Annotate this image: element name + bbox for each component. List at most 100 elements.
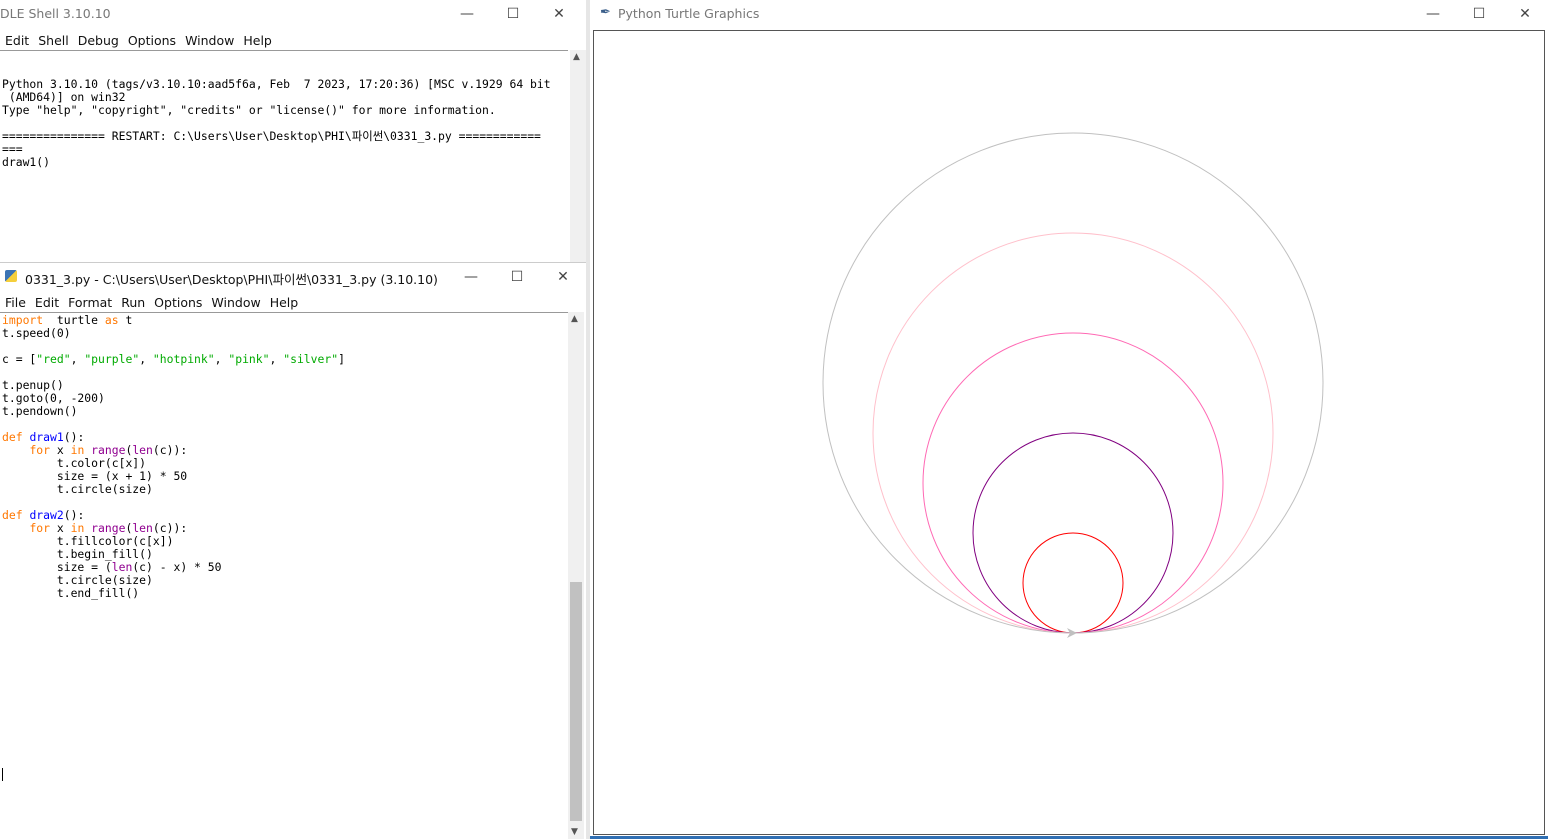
code-token: range xyxy=(91,443,126,457)
turtle-window: ✒ Python Turtle Graphics — ☐ ✕ xyxy=(590,0,1548,839)
code-token: def xyxy=(2,430,23,444)
shell-titlebar[interactable]: DLE Shell 3.10.10 — ☐ ✕ xyxy=(0,0,586,28)
code-token: x xyxy=(50,521,71,535)
maximize-button[interactable]: ☐ xyxy=(494,263,540,291)
code-token: t xyxy=(118,313,133,327)
code-token: "purple" xyxy=(84,352,140,366)
close-button[interactable]: ✕ xyxy=(540,263,586,291)
code-token: len xyxy=(132,521,153,535)
menu-file[interactable]: File xyxy=(0,292,30,310)
scroll-down-icon[interactable]: ▼ xyxy=(571,827,578,837)
code-line: t.speed(0) xyxy=(2,327,345,340)
code-token: , xyxy=(139,352,153,366)
code-token: (c)): xyxy=(152,443,188,457)
maximize-button[interactable]: ☐ xyxy=(1456,0,1502,28)
code-line: t.end_fill() xyxy=(2,587,345,600)
menu-format[interactable]: Format xyxy=(63,292,116,310)
code-token: (): xyxy=(63,430,85,444)
editor-scrollbar[interactable]: ▲ ▼ xyxy=(568,312,584,839)
editor-titlebar[interactable]: 0331_3.py - C:\Users\User\Desktop\PHI\파이… xyxy=(0,263,586,291)
code-token: , xyxy=(269,352,284,366)
code-token: as xyxy=(104,313,119,327)
code-token: t.pendown() xyxy=(2,404,78,418)
code-token: "pink" xyxy=(228,352,270,366)
menu-edit[interactable]: Edit xyxy=(0,30,33,48)
code-token: range xyxy=(91,521,126,535)
editor-menubar: File Edit Format Run Options Window Help xyxy=(0,292,586,314)
code-token: t.end_fill() xyxy=(2,586,140,600)
menu-window[interactable]: Window xyxy=(180,30,238,48)
minimize-button[interactable]: — xyxy=(1410,0,1456,28)
turtle-circle xyxy=(1022,532,1124,634)
code-token: for xyxy=(29,443,51,457)
code-token: t.speed(0) xyxy=(2,326,71,340)
code-token: "red" xyxy=(36,352,71,366)
turtle-titlebar[interactable]: ✒ Python Turtle Graphics — ☐ ✕ xyxy=(590,0,1548,28)
turtle-canvas[interactable] xyxy=(594,31,1544,834)
code-token: (c) - x) * 50 xyxy=(132,560,222,574)
code-line: t.pendown() xyxy=(2,405,345,418)
menu-help[interactable]: Help xyxy=(265,292,303,310)
maximize-button[interactable]: ☐ xyxy=(490,0,536,28)
code-token: len xyxy=(111,560,133,574)
close-button[interactable]: ✕ xyxy=(536,0,582,28)
minimize-button[interactable]: — xyxy=(444,0,490,28)
menu-run[interactable]: Run xyxy=(116,292,149,310)
turtle-canvas-frame xyxy=(593,30,1545,835)
code-token: (c)): xyxy=(152,521,188,535)
code-token: in xyxy=(70,443,85,457)
minimize-button[interactable]: — xyxy=(448,263,494,291)
code-token: t.color(c[x]) xyxy=(2,456,147,470)
menu-edit[interactable]: Edit xyxy=(30,292,63,310)
code-token: x xyxy=(50,443,71,457)
menu-help[interactable]: Help xyxy=(238,30,276,48)
code-line: t.circle(size) xyxy=(2,483,345,496)
shell-line: draw1() xyxy=(2,155,51,169)
turtle-circle xyxy=(922,332,1224,634)
shell-line: Type "help", "copyright", "credits" or "… xyxy=(2,103,496,117)
code-editor[interactable]: import turtle as t t.speed(0) c = ["red", … xyxy=(2,314,345,600)
menu-shell[interactable]: Shell xyxy=(33,30,73,48)
shell-output[interactable]: Python 3.10.10 (tags/v3.10.10:aad5f6a, F… xyxy=(2,52,551,195)
code-token: c = [ xyxy=(2,352,37,366)
shell-window: DLE Shell 3.10.10 — ☐ ✕ Edit Shell Debug Op… xyxy=(0,0,586,262)
code-token: ] xyxy=(338,352,345,366)
code-token: import xyxy=(2,313,44,327)
shell-line: =============== RESTART: C:\Users\User\D… xyxy=(2,129,541,143)
menu-options[interactable]: Options xyxy=(149,292,206,310)
code-token: for xyxy=(29,521,51,535)
code-token: draw1 xyxy=(29,430,64,444)
scroll-thumb[interactable] xyxy=(570,582,582,821)
code-line: c = ["red", "purple", "hotpink", "pink",… xyxy=(2,353,345,366)
code-token: size = ( xyxy=(2,560,112,574)
code-token: "silver" xyxy=(283,352,339,366)
scroll-up-icon[interactable]: ▲ xyxy=(571,314,578,324)
shell-line: === xyxy=(2,142,23,156)
code-token: size = (x + 1) * 50 xyxy=(2,469,188,483)
shell-menubar: Edit Shell Debug Options Window Help xyxy=(0,30,586,52)
turtle-circle xyxy=(822,132,1324,634)
editor-window: 0331_3.py - C:\Users\User\Desktop\PHI\파이… xyxy=(0,262,586,839)
code-token: t.penup() xyxy=(2,378,64,392)
turtle-title: Python Turtle Graphics xyxy=(618,6,760,21)
code-token: t.fillcolor(c[x]) xyxy=(2,534,174,548)
menu-debug[interactable]: Debug xyxy=(73,30,123,48)
shell-scrollbar[interactable]: ▲ xyxy=(570,50,586,262)
shell-title: DLE Shell 3.10.10 xyxy=(0,6,111,21)
code-token: t.circle(size) xyxy=(2,573,153,587)
menu-window[interactable]: Window xyxy=(206,292,264,310)
scroll-up-icon[interactable]: ▲ xyxy=(573,52,580,62)
python-file-icon xyxy=(5,270,17,282)
code-token: def xyxy=(2,508,23,522)
text-cursor xyxy=(2,768,3,781)
code-token: , xyxy=(214,352,229,366)
menu-options[interactable]: Options xyxy=(123,30,180,48)
code-token: draw2 xyxy=(29,508,64,522)
close-button[interactable]: ✕ xyxy=(1502,0,1548,28)
code-token: t.circle(size) xyxy=(2,482,153,496)
code-token: in xyxy=(70,521,85,535)
code-token: turtle xyxy=(43,313,105,327)
code-token: (): xyxy=(63,508,85,522)
